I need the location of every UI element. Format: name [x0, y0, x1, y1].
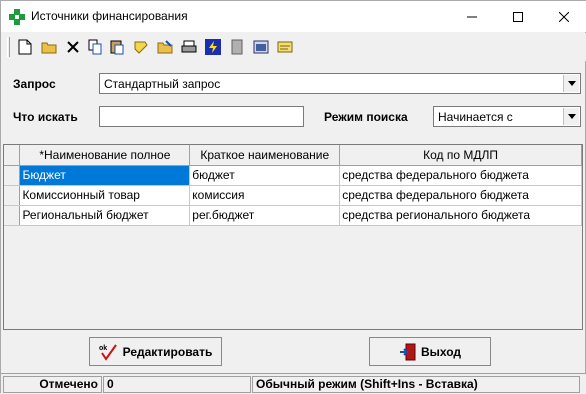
- printer-icon: [181, 40, 197, 53]
- query-select[interactable]: Стандартный запрос: [99, 73, 581, 94]
- column-header-full-name[interactable]: *Наименование полное: [19, 145, 191, 166]
- book-button[interactable]: [227, 37, 247, 57]
- data-grid[interactable]: *Наименование полное Краткое наименовани…: [3, 144, 583, 330]
- row-indicator[interactable]: [4, 165, 21, 186]
- row-indicator[interactable]: [4, 185, 21, 206]
- note-button[interactable]: [131, 37, 151, 57]
- status-mode: Обычный режим (Shift+Ins - Вставка): [252, 376, 580, 393]
- grid-header-row: *Наименование полное Краткое наименовани…: [4, 145, 582, 166]
- close-icon: [559, 11, 569, 22]
- column-header-mdlp-code[interactable]: Код по МДЛП: [339, 145, 582, 166]
- copy-button[interactable]: [85, 37, 105, 57]
- query-label: Запрос: [13, 77, 56, 91]
- window-button[interactable]: [251, 37, 271, 57]
- cell-short-name[interactable]: рег.бюджет: [189, 205, 341, 226]
- new-document-button[interactable]: [15, 37, 35, 57]
- new-document-icon: [18, 39, 32, 55]
- cell-full-name[interactable]: Бюджет: [19, 165, 191, 186]
- search-mode-dropdown-button[interactable]: [563, 108, 579, 125]
- print-button[interactable]: [179, 37, 199, 57]
- lightning-icon: [205, 39, 221, 55]
- status-marked-count: 0: [103, 376, 251, 393]
- open-button[interactable]: [39, 37, 59, 57]
- message-icon: [277, 41, 293, 53]
- cell-mdlp-code[interactable]: средства федерального бюджета: [339, 165, 582, 186]
- search-mode-value: Начинается с: [438, 110, 513, 124]
- paste-button[interactable]: [107, 37, 127, 57]
- message-button[interactable]: [275, 37, 295, 57]
- row-indicator[interactable]: [4, 205, 21, 226]
- status-marked-label: Отмечено: [3, 376, 102, 393]
- exit-button[interactable]: Выход: [369, 337, 491, 366]
- search-input[interactable]: [99, 106, 304, 127]
- delete-icon: [67, 41, 79, 53]
- open-edit-button[interactable]: [155, 37, 175, 57]
- cell-mdlp-code[interactable]: средства федерального бюджета: [339, 185, 582, 206]
- maximize-icon: [513, 11, 523, 22]
- cell-full-name[interactable]: Региональный бюджет: [19, 205, 191, 226]
- folder-edit-icon: [157, 40, 173, 54]
- query-dropdown-button[interactable]: [563, 75, 579, 92]
- run-button[interactable]: [203, 37, 223, 57]
- delete-button[interactable]: [63, 37, 83, 57]
- grid-table: *Наименование полное Краткое наименовани…: [4, 145, 582, 226]
- cell-short-name[interactable]: бюджет: [189, 165, 341, 186]
- title-bar: Источники финансирования: [1, 1, 586, 32]
- search-label: Что искать: [13, 110, 78, 124]
- table-row[interactable]: Региональный бюджет рег.бюджет средства …: [4, 205, 582, 226]
- open-folder-icon: [41, 42, 57, 54]
- close-button[interactable]: [541, 1, 586, 32]
- cell-full-name[interactable]: Комиссионный товар: [19, 185, 191, 206]
- row-indicator-header: [4, 145, 21, 166]
- query-select-value: Стандартный запрос: [104, 77, 221, 91]
- chevron-down-icon: [567, 114, 576, 119]
- minimize-button[interactable]: [449, 1, 495, 32]
- window-icon: [253, 40, 269, 54]
- svg-text:ok: ok: [99, 345, 107, 352]
- minimize-icon: [467, 16, 477, 17]
- chevron-down-icon: [567, 81, 576, 86]
- toolbar-grip[interactable]: [7, 37, 10, 57]
- search-mode-label: Режим поиска: [324, 110, 408, 124]
- column-header-short-name[interactable]: Краткое наименование: [189, 145, 341, 166]
- copy-icon: [88, 39, 102, 55]
- table-row[interactable]: Бюджет бюджет средства федерального бюдж…: [4, 165, 582, 186]
- exit-door-icon: [399, 343, 416, 360]
- status-bar: Отмечено 0 Обычный режим (Shift+Ins - Вс…: [1, 373, 586, 394]
- table-row[interactable]: Комиссионный товар комиссия средства фед…: [4, 185, 582, 206]
- book-icon: [231, 39, 243, 55]
- paste-icon: [110, 40, 124, 55]
- cell-mdlp-code[interactable]: средства регионального бюджета: [339, 205, 582, 226]
- ok-checkmark-icon: ok: [99, 343, 117, 361]
- main-window: Источники финансирования Запрос Стандарт…: [0, 0, 586, 394]
- toolbar: [1, 33, 586, 61]
- app-icon: [9, 9, 25, 25]
- exit-button-label: Выход: [420, 344, 462, 359]
- maximize-button[interactable]: [495, 1, 541, 32]
- edit-button-label: Редактировать: [122, 344, 213, 359]
- cell-short-name[interactable]: комиссия: [189, 185, 341, 206]
- edit-button[interactable]: ok Редактировать: [89, 337, 222, 366]
- search-mode-select[interactable]: Начинается с: [433, 106, 581, 127]
- window-title: Источники финансирования: [31, 9, 188, 23]
- note-icon: [134, 41, 148, 54]
